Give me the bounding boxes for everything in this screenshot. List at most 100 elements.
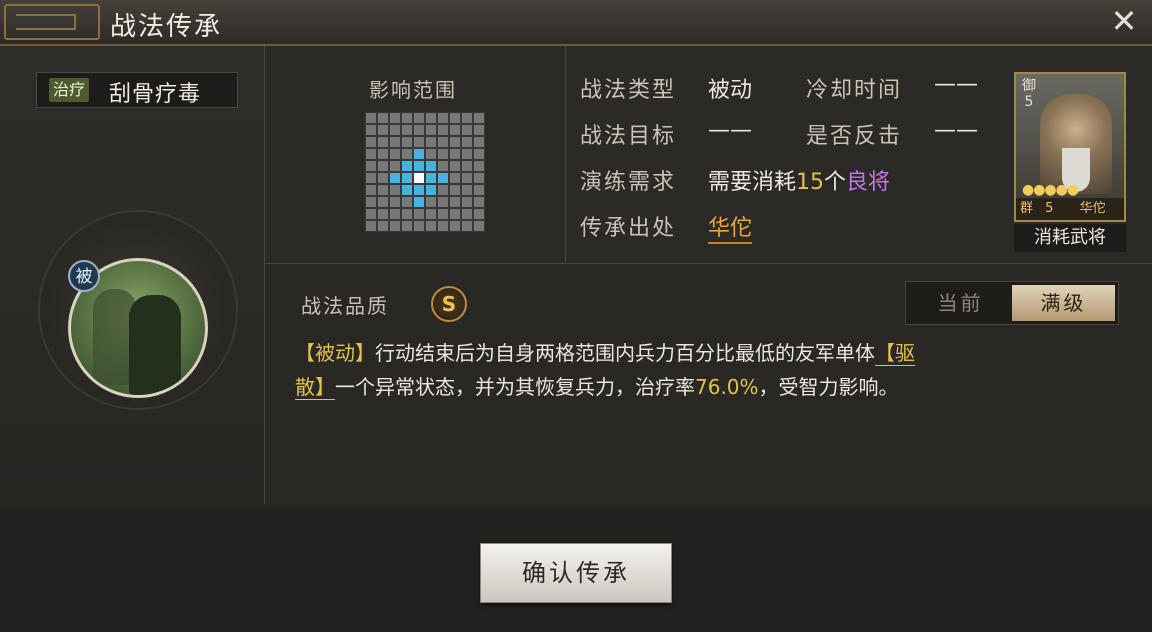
- close-icon[interactable]: ✕: [1108, 5, 1140, 37]
- range-cell: [377, 208, 389, 220]
- tab-max-level[interactable]: 满级: [1012, 285, 1115, 321]
- range-cell: [377, 124, 389, 136]
- info-panel: 战法类型 被动 冷却时间 —— 战法目标 —— 是否反击 —— 演练需求 需要消…: [566, 46, 1152, 262]
- practice-prefix: 需要消耗: [708, 170, 797, 195]
- range-cell: [449, 124, 461, 136]
- target-value: ——: [708, 118, 752, 143]
- range-cell: [461, 136, 473, 148]
- source-label: 传承出处: [580, 216, 677, 241]
- range-cell: [365, 160, 377, 172]
- card-footer: 群 5 华佗: [1016, 198, 1124, 220]
- footer: 确认传承: [0, 505, 1152, 632]
- range-cell: [377, 160, 389, 172]
- source-link[interactable]: 华佗: [708, 210, 753, 244]
- range-cell: [425, 124, 437, 136]
- counter-label: 是否反击: [806, 124, 903, 149]
- range-cell: [389, 148, 401, 160]
- skill-name: 刮骨疗毒: [109, 82, 202, 107]
- range-panel: 影响范围: [265, 46, 566, 262]
- range-cell: [425, 220, 437, 232]
- counter-value: ——: [934, 118, 978, 143]
- range-cell: [425, 136, 437, 148]
- cooldown-label: 冷却时间: [806, 78, 903, 103]
- range-cell: [473, 124, 485, 136]
- desc-type-tag: 【被动】: [295, 341, 375, 365]
- range-cell: [461, 172, 473, 184]
- range-cell: [365, 208, 377, 220]
- range-active-cell: [413, 184, 425, 196]
- range-cell: [437, 196, 449, 208]
- skill-description: 【被动】行动结束后为自身两格范围内兵力百分比最低的友军单体【驱 散】一个异常状态，…: [295, 336, 1095, 404]
- target-label: 战法目标: [580, 124, 677, 149]
- range-cell: [449, 172, 461, 184]
- heal-rate: 76.0%: [695, 375, 759, 399]
- skill-category-tag: 治疗: [49, 78, 90, 102]
- range-active-cell: [425, 160, 437, 172]
- range-cell: [437, 112, 449, 124]
- range-active-cell: [425, 172, 437, 184]
- card-role-number: 5: [1024, 94, 1034, 110]
- range-cell: [365, 124, 377, 136]
- range-cell: [389, 160, 401, 172]
- range-cell: [461, 124, 473, 136]
- range-cell: [461, 184, 473, 196]
- range-cell: [449, 184, 461, 196]
- detail-panel: 战法品质 S 当前 满级 【被动】行动结束后为自身两格范围内兵力百分比最低的友军…: [265, 263, 1152, 505]
- range-cell: [377, 136, 389, 148]
- range-cell: [473, 136, 485, 148]
- range-cell: [413, 208, 425, 220]
- card-role: 御5: [1020, 78, 1038, 110]
- range-cell: [377, 220, 389, 232]
- status-link[interactable]: 【驱: [875, 341, 915, 366]
- general-card[interactable]: 御5 ●●●●● 群 5 华佗: [1014, 72, 1126, 222]
- range-cell: [449, 112, 461, 124]
- range-cell: [473, 196, 485, 208]
- star-icons: ●●●●●: [1022, 182, 1079, 198]
- range-cell: [425, 148, 437, 160]
- range-active-cell: [437, 172, 449, 184]
- range-cell: [461, 160, 473, 172]
- range-cell: [401, 112, 413, 124]
- title-bar: 战法传承 ✕: [0, 0, 1152, 46]
- range-cell: [461, 208, 473, 220]
- range-cell: [449, 160, 461, 172]
- range-active-cell: [389, 172, 401, 184]
- level-toggle: 当前 满级: [905, 281, 1119, 325]
- tab-current[interactable]: 当前: [909, 285, 1012, 321]
- range-cell: [377, 196, 389, 208]
- range-cell: [389, 184, 401, 196]
- range-cell: [413, 136, 425, 148]
- range-cell: [449, 148, 461, 160]
- range-cell: [389, 124, 401, 136]
- range-cell: [365, 136, 377, 148]
- range-cell: [449, 208, 461, 220]
- range-active-cell: [401, 184, 413, 196]
- status-link[interactable]: 散】: [295, 375, 335, 400]
- range-active-cell: [401, 172, 413, 184]
- ornament-icon: [4, 4, 100, 40]
- range-cell: [389, 136, 401, 148]
- range-cell: [437, 124, 449, 136]
- desc-text-3: ，受智力影响。: [758, 375, 899, 399]
- card-faction: 群: [1020, 201, 1034, 216]
- range-active-cell: [425, 184, 437, 196]
- range-cell: [473, 160, 485, 172]
- confirm-inherit-button[interactable]: 确认传承: [480, 543, 672, 603]
- range-label: 影响范围: [369, 78, 457, 102]
- range-cell: [473, 148, 485, 160]
- range-cell: [449, 136, 461, 148]
- range-cell: [401, 196, 413, 208]
- range-active-cell: [413, 160, 425, 172]
- card-role-label: 御: [1022, 78, 1036, 94]
- range-cell: [401, 208, 413, 220]
- range-cell: [377, 148, 389, 160]
- desc-text-2: 一个异常状态，并为其恢复兵力，治疗率: [335, 375, 695, 399]
- range-cell: [425, 196, 437, 208]
- practice-unit: 个: [824, 170, 847, 195]
- range-cell: [425, 208, 437, 220]
- range-cell: [449, 196, 461, 208]
- range-cell: [461, 196, 473, 208]
- practice-item[interactable]: 良将: [846, 170, 890, 195]
- range-cell: [473, 172, 485, 184]
- range-cell: [437, 184, 449, 196]
